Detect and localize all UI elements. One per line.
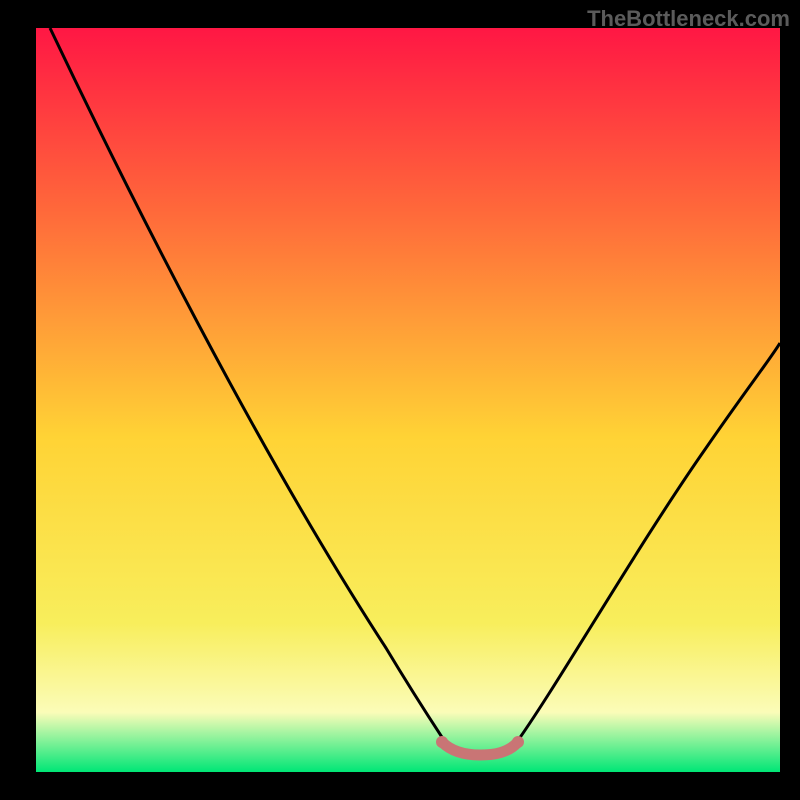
highlight-endcap-left (436, 736, 448, 748)
gradient-background (36, 28, 780, 772)
chart-svg (36, 28, 780, 772)
plot-area (36, 28, 780, 772)
chart-container: TheBottleneck.com (0, 0, 800, 800)
attribution-text: TheBottleneck.com (587, 6, 790, 32)
highlight-endcap-right (512, 736, 524, 748)
